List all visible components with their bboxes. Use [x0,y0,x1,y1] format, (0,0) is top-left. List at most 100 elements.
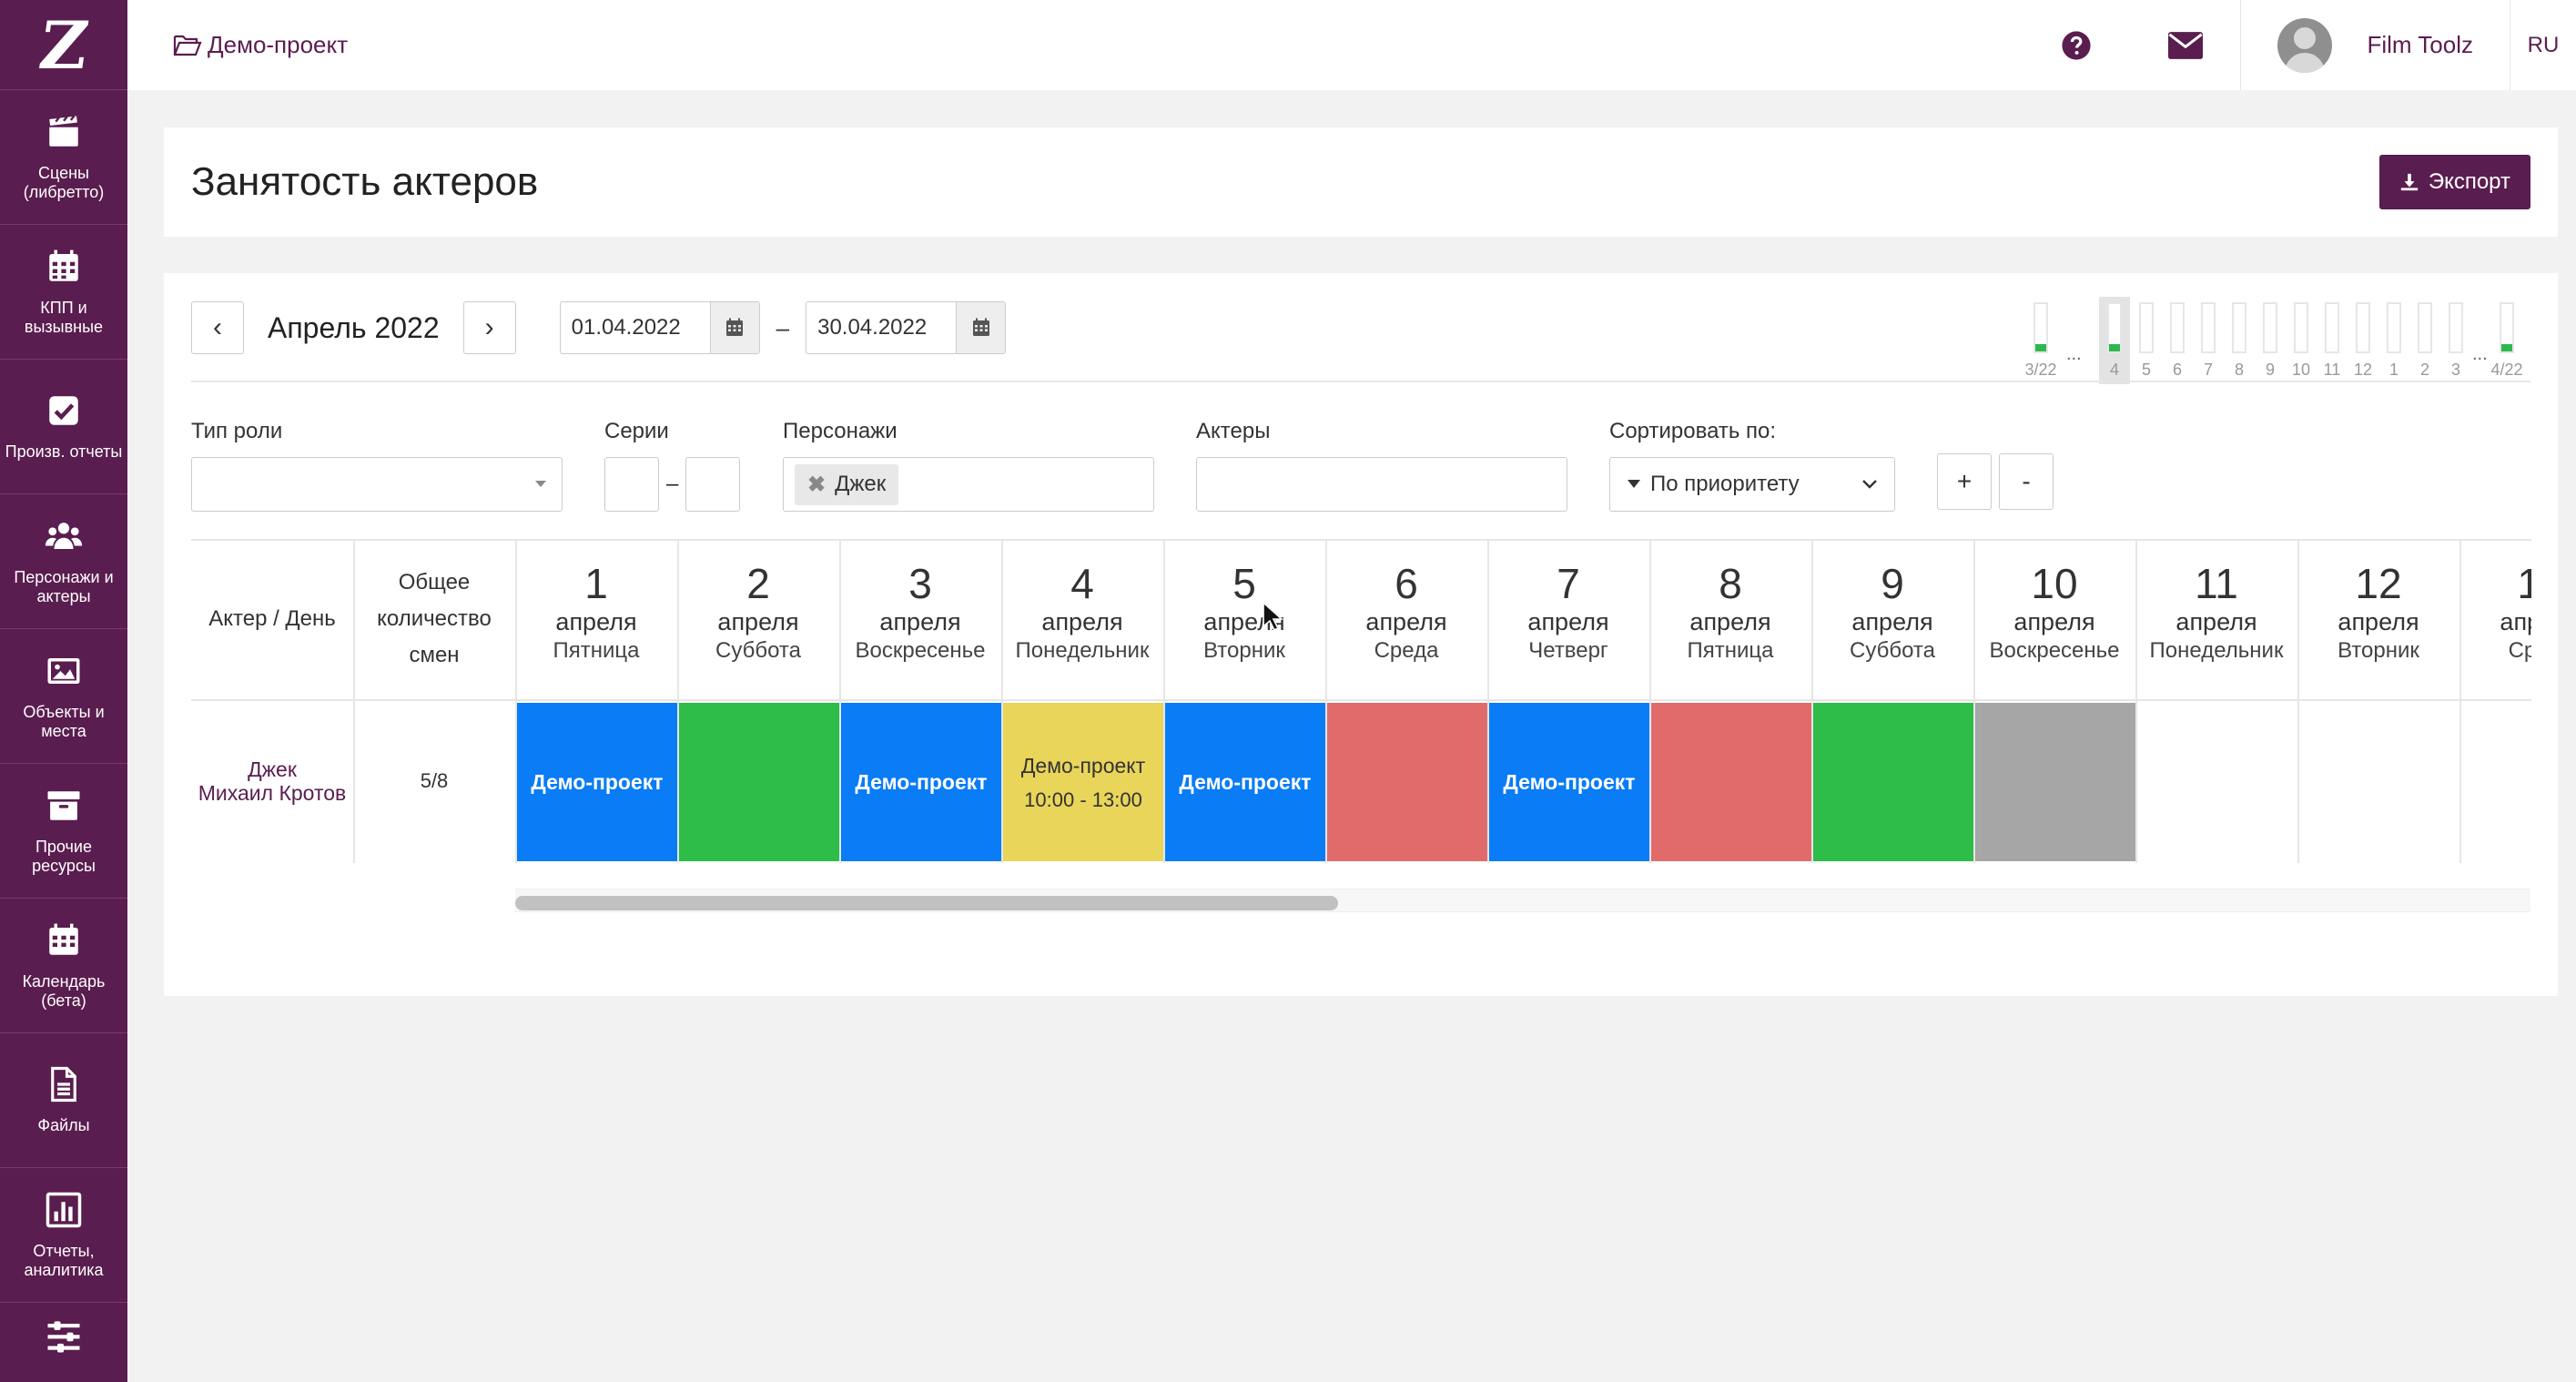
remove-tag-icon[interactable]: ✖ [807,472,826,498]
mini-bar[interactable] [2387,302,2401,353]
mini-bar[interactable] [2232,302,2246,353]
actor-name[interactable]: Михаил Кротов [198,781,346,805]
day-cell[interactable]: Демо-проект 10:00 - 13:00 [1003,703,1163,861]
day-cell[interactable]: Демо-проект [841,703,1001,861]
sidebar-item-locations[interactable]: Объекты и места [0,629,127,764]
day-cell[interactable] [2461,703,2531,861]
mini-label: 3/22 [2024,361,2057,379]
characters-select[interactable]: ✖ Джек [783,457,1154,512]
sort-select[interactable]: По приоритету [1609,457,1895,512]
mini-bar[interactable] [2500,302,2514,353]
day-number: 9 [1881,560,1904,607]
character-tag[interactable]: ✖ Джек [795,463,899,505]
date-to-field[interactable]: 30.04.2022 [806,301,1007,354]
sidebar-item-label: Сцены (либретто) [23,163,105,201]
filter-actors: Актеры [1196,419,1567,512]
sidebar-item-settings[interactable] [0,1303,127,1376]
scrollbar-thumb[interactable] [515,896,1338,910]
day-number: 13 [2517,560,2531,607]
day-cell[interactable] [2299,703,2459,861]
export-button[interactable]: Экспорт [2378,155,2530,209]
mini-dots: ... [2066,344,2082,364]
sidebar-item-characters[interactable]: Персонажи и актеры [0,494,127,629]
sidebar-item-scenes[interactable]: Сцены (либретто) [0,90,127,225]
day-weekday: Четверг [1528,638,1608,663]
mini-bar[interactable] [2356,302,2370,353]
series-from-input[interactable] [604,457,659,512]
messages-button[interactable] [2131,0,2240,90]
mini-bar-selected[interactable] [2107,302,2122,353]
mini-bar[interactable] [2449,302,2463,353]
zoom-out-button[interactable]: - [1999,453,2054,510]
date-to-calendar-button[interactable] [956,302,1006,353]
day-header: 11 апреля Понедельник [2135,539,2297,699]
day-cell[interactable] [1975,703,2135,861]
sidebar-item-calendar[interactable]: Календарь (бета) [0,899,127,1033]
mini-timeline: 3/22 ... 4 5 6 7 8 9 10 11 12 1 2 3 ... … [2024,286,2536,384]
day-month: апреля [1365,608,1447,635]
cell-project: Демо-проект [1020,754,1146,777]
day-month: апреля [879,608,961,635]
character-tag-label: Джек [835,472,887,496]
breadcrumb-project: Демо-проект [208,31,349,58]
mini-bar[interactable] [2170,302,2185,353]
app-logo[interactable]: Z [0,0,127,90]
breadcrumb[interactable]: Демо-проект [173,31,348,59]
table-header-border [191,699,2531,701]
filter-label: Актеры [1196,419,1271,443]
language-switcher[interactable]: RU [2510,33,2576,58]
actors-input[interactable] [1196,457,1567,512]
day-month: апреля [1041,608,1123,635]
mini-label: 1 [2388,361,2399,379]
user-menu[interactable]: Film Toolz [2241,0,2510,90]
character-name[interactable]: Джек [248,757,297,781]
day-header: 10 апреля Воскресенье [1973,539,2135,699]
day-header: 7 апреля Четверг [1487,539,1649,699]
column-header-actor: Актер / День [208,606,336,631]
sidebar-item-callsheets[interactable]: КПП и вызывные [0,225,127,360]
mini-bar[interactable] [2263,302,2277,353]
mini-bar[interactable] [2201,302,2216,353]
help-button[interactable] [2022,0,2131,90]
day-cell[interactable] [2137,703,2297,861]
actor-cell[interactable]: Джек Михаил Кротов [191,701,353,861]
sidebar-item-files[interactable]: Файлы [0,1033,127,1168]
day-month: апреля [2500,608,2531,635]
day-header: 5 апреля Вторник [1163,539,1325,699]
sidebar-item-analytics[interactable]: Отчеты, аналитика [0,1168,127,1303]
mini-bar[interactable] [2294,302,2308,353]
day-weekday: Пятница [553,638,640,663]
day-cell[interactable]: Демо-проект [1489,703,1649,861]
day-header: 13апреля Среда [2459,539,2531,699]
role-type-select[interactable] [191,457,563,512]
series-to-input[interactable] [685,457,741,512]
sidebar-item-reports[interactable]: Произв. отчеты [0,360,127,494]
day-cell[interactable] [1651,703,1811,861]
cell-project: Демо-проект [531,769,664,794]
day-cell[interactable]: Демо-проект [517,703,677,861]
prev-month-button[interactable]: ‹ [191,301,244,354]
sidebar-item-label: Объекты и места [23,702,105,740]
mini-bar[interactable] [2418,302,2432,353]
image-icon [47,657,80,684]
day-cell[interactable] [1813,703,1973,861]
next-month-button[interactable]: › [462,301,516,354]
date-from-value[interactable]: 01.04.2022 [561,302,710,353]
mini-bar[interactable] [2033,302,2048,353]
mini-bar[interactable] [2325,302,2339,353]
mini-label: 8 [2234,361,2245,379]
month-label: Апрель 2022 [268,310,440,344]
day-cell[interactable] [1327,703,1487,861]
sidebar-item-resources[interactable]: Прочие ресурсы [0,764,127,899]
day-cell[interactable] [679,703,839,861]
sidebar-item-label: Персонажи и актеры [14,567,114,605]
day-cell[interactable]: Демо-проект [1165,703,1325,861]
day-number: 2 [746,560,770,607]
filter-sort: Сортировать по: По приоритету [1609,419,1895,512]
date-to-value[interactable]: 30.04.2022 [806,302,956,353]
zoom-in-button[interactable]: + [1937,453,1992,510]
date-from-calendar-button[interactable] [709,302,759,353]
mini-bar[interactable] [2139,302,2154,353]
date-from-field[interactable]: 01.04.2022 [559,301,760,354]
day-month: апреля [1527,608,1609,635]
